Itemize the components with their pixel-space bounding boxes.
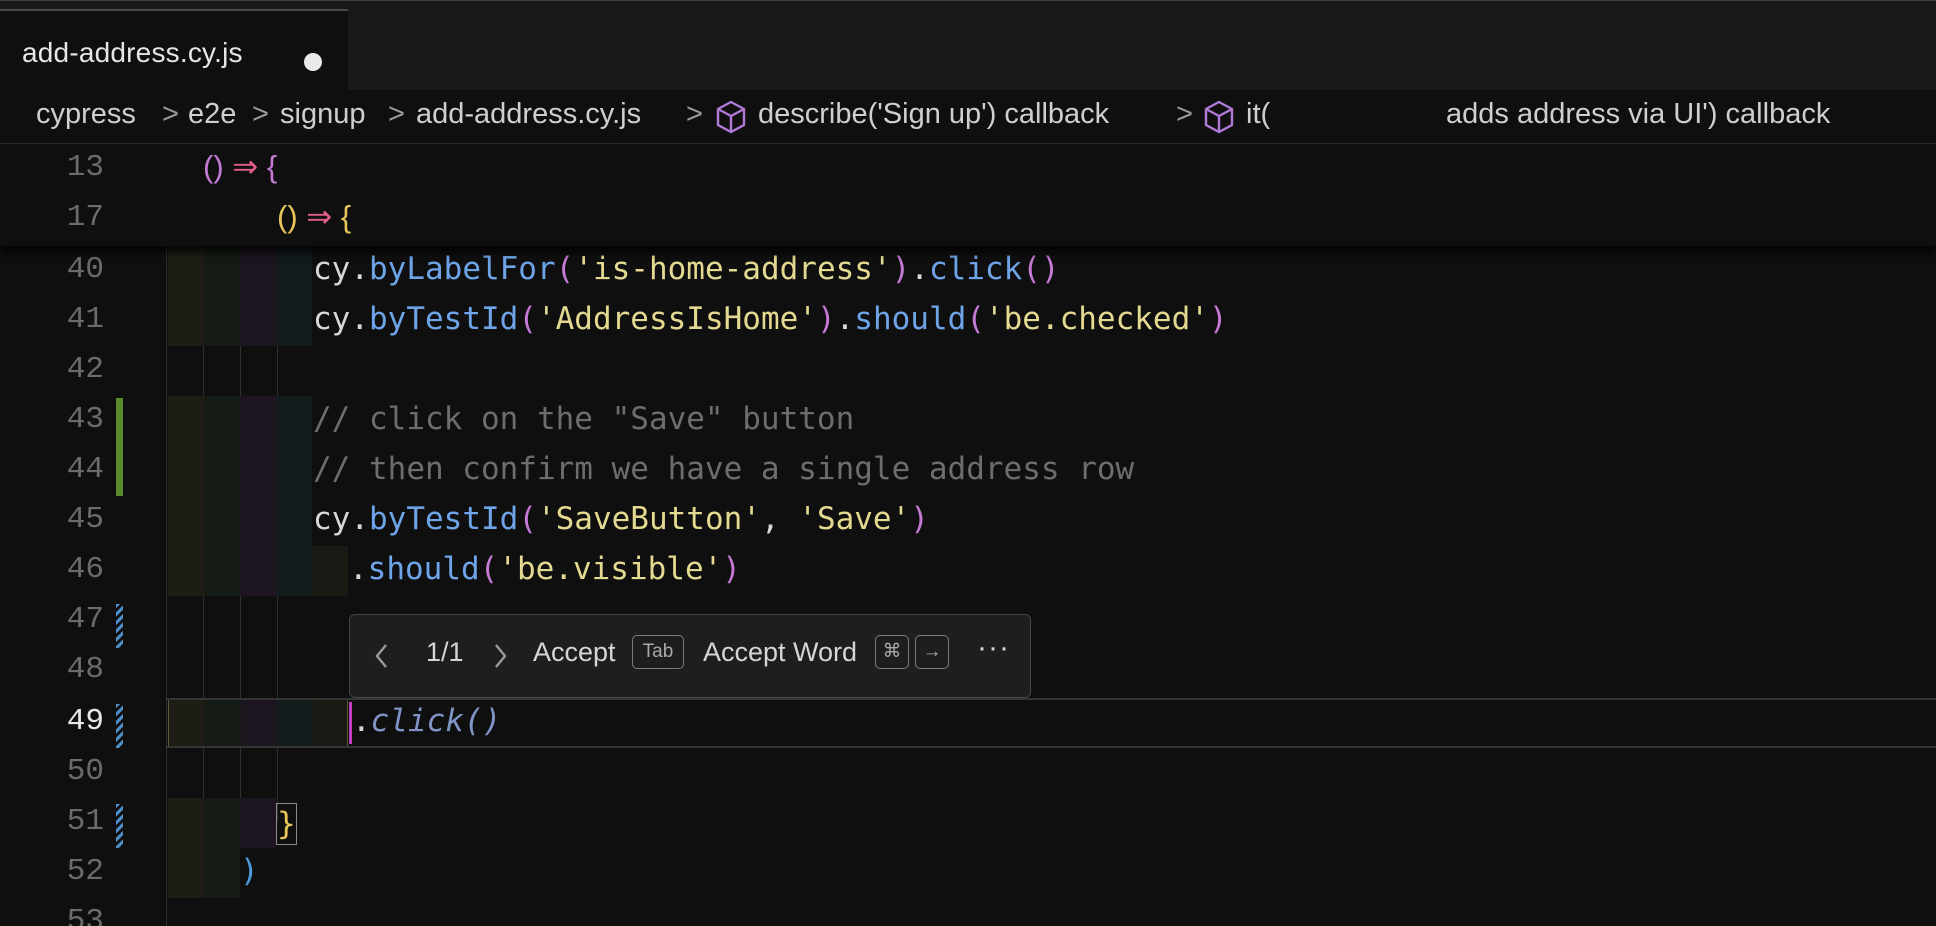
chevron-right-icon[interactable] [492,643,508,669]
current-line-highlight [166,698,1936,748]
more-options-icon[interactable]: ··· [977,631,1010,665]
code-line-42: 42 [0,346,1936,396]
chevron-right-icon: > [1176,98,1193,130]
code-text: () ⇒ { [203,149,278,184]
line-number: 43 [66,402,104,437]
breadcrumb-symbol-it-start[interactable]: it( [1246,98,1270,131]
breadcrumb-symbol-describe[interactable]: describe('Sign up') callback [758,98,1109,131]
code-text: ) [240,853,259,889]
code-line-53: 53 [0,898,1936,926]
code-comment: // click on the "Save" button [313,401,855,437]
code-line-52: 52 ) [0,848,1936,898]
code-line-40: 40 cy.byLabelFor('is-home-address').clic… [0,246,1936,296]
indent-whitespace [168,396,312,446]
breadcrumb-item-e2e[interactable]: e2e [188,98,236,131]
indent-whitespace [168,848,240,898]
code-line-50: 50 [0,748,1936,798]
breadcrumb-symbol-it-end[interactable]: adds address via UI') callback [1446,98,1830,131]
bracket-match: } [276,803,297,845]
indent-whitespace [168,496,312,546]
breadcrumb-item-signup[interactable]: signup [280,98,365,131]
chevron-left-icon[interactable] [374,643,390,669]
line-number: 48 [66,652,104,687]
breadcrumb: cypress > e2e > signup > add-address.cy.… [0,90,1936,144]
accept-word-button[interactable]: Accept Word [703,637,857,668]
code-text: cy.byLabelFor('is-home-address').click() [313,251,1060,287]
inline-suggestion-toolbar: 1/1 Accept Tab Accept Word ⌘ → ··· [349,614,1031,698]
chevron-right-icon: > [388,98,405,130]
code-line-43: 43 // click on the "Save" button [0,396,1936,446]
code-editor[interactable]: 40 cy.byLabelFor('is-home-address').clic… [0,144,1936,926]
sticky-line-13[interactable]: 13 () ⇒ { [0,144,1936,194]
code-text: () ⇒ { [277,199,352,234]
line-number: 52 [66,854,104,889]
indent-whitespace [168,446,312,496]
chevron-right-icon: > [686,98,703,130]
breadcrumb-item-file[interactable]: add-address.cy.js [416,98,641,131]
code-line-41: 41 cy.byTestId('AddressIsHome').should('… [0,296,1936,346]
text-cursor [349,702,352,744]
tab-filename: add-address.cy.js [22,37,243,68]
line-number: 49 [66,704,104,739]
chevron-right-icon: > [162,98,179,130]
line-number: 44 [66,452,104,487]
sticky-line-17[interactable]: 17 () ⇒ { [0,194,1936,244]
code-line-44: 44 // then confirm we have a single addr… [0,446,1936,496]
line-number: 50 [66,754,104,789]
code-line-51: 51 } [0,798,1936,848]
line-number: 17 [66,200,104,235]
line-number: 40 [66,252,104,287]
indent-whitespace [168,296,312,346]
line-number: 47 [66,602,104,637]
indent-whitespace [168,546,348,596]
sticky-scroll[interactable]: 13 () ⇒ { 17 () ⇒ { [0,144,1936,246]
line-number: 51 [66,804,104,839]
command-key-icon: ⌘ [875,635,909,669]
code-line-46: 46 .should('be.visible') [0,546,1936,596]
line-number: 46 [66,552,104,587]
tab-key-hint: Tab [632,635,684,669]
accept-button[interactable]: Accept [533,637,616,668]
symbol-method-icon [1204,100,1234,134]
code-comment: // then confirm we have a single address… [313,451,1135,487]
chevron-right-icon: > [252,98,269,130]
unsaved-dot-icon[interactable] [304,53,322,71]
indent-whitespace [168,798,276,848]
arrow-right-key-icon: → [915,635,949,669]
suggestion-counter: 1/1 [426,637,464,667]
indent-whitespace [168,246,312,296]
code-line-45: 45 cy.byTestId('SaveButton', 'Save') [0,496,1936,546]
line-number: 41 [66,302,104,337]
code-text: cy.byTestId('AddressIsHome').should('be.… [313,301,1228,337]
code-text: cy.byTestId('SaveButton', 'Save') [313,501,929,537]
breadcrumb-item-cypress[interactable]: cypress [36,98,136,131]
code-text: .should('be.visible') [349,551,741,587]
line-number: 45 [66,502,104,537]
symbol-method-icon [716,100,746,134]
line-number: 13 [66,150,104,185]
line-number: 53 [66,904,104,926]
editor-tab[interactable]: add-address.cy.js [0,9,348,91]
tab-bar: add-address.cy.js [0,0,1936,91]
line-number: 42 [66,352,104,387]
